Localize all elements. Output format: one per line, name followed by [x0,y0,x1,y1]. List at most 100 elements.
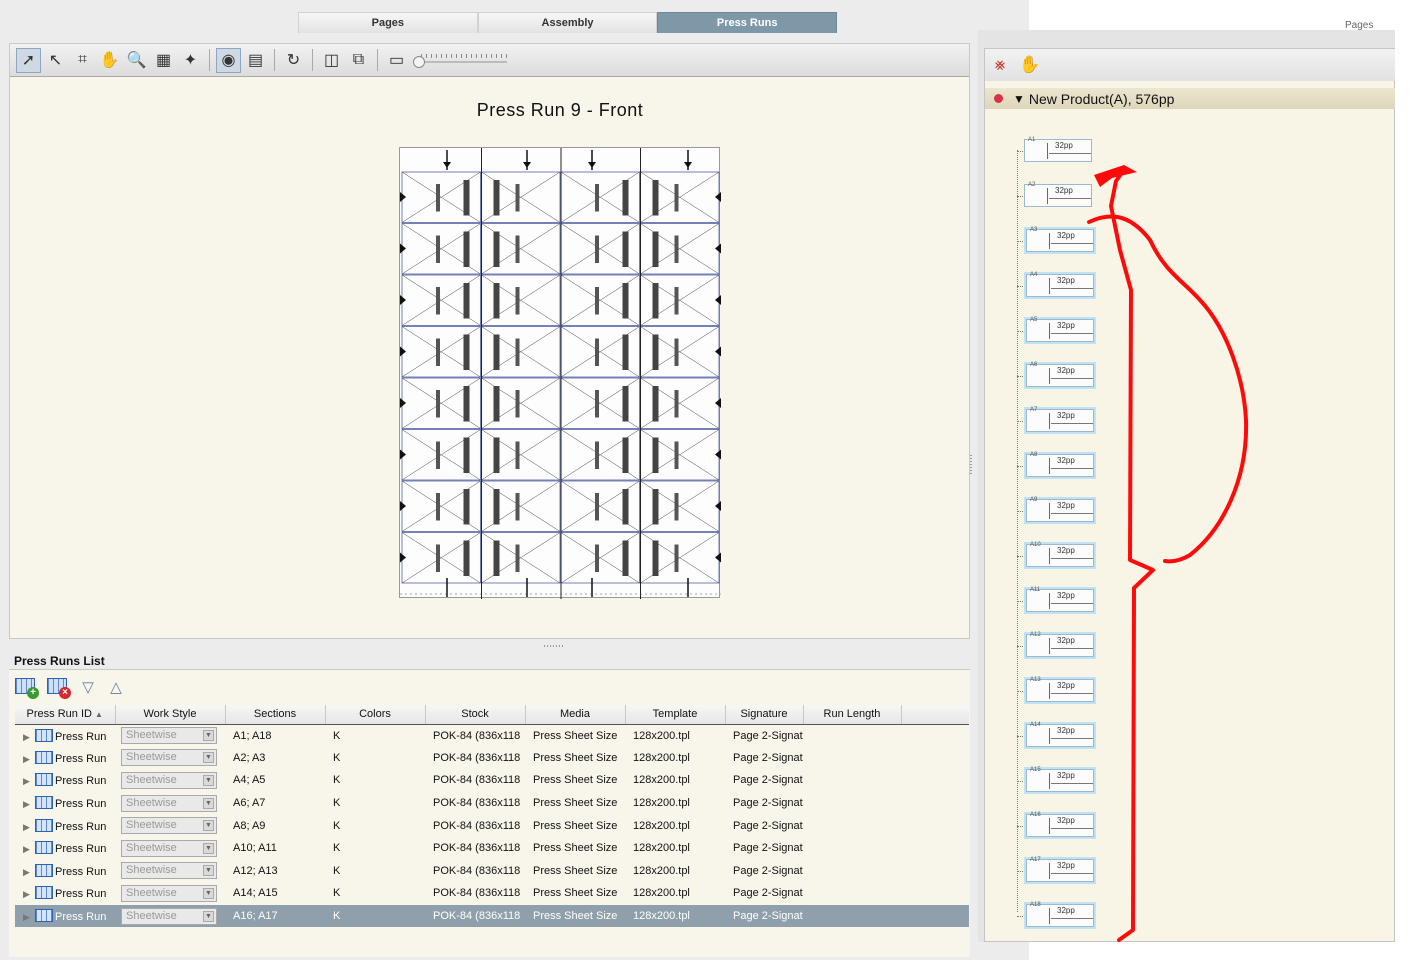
move-up-icon[interactable]: △ [105,678,127,696]
expand-row-icon[interactable]: ▶ [23,822,35,833]
collapse-all-icon[interactable]: ⨳ [988,53,1012,77]
signature-node[interactable]: A1 32pp [1024,137,1092,162]
work-style-select[interactable]: Sheetwise ▼ [121,862,217,880]
table-row[interactable]: ▶ Press Run Sheetwise ▼ A6; A7 K POK-84 (836x1… [15,792,969,815]
work-style-select[interactable]: Sheetwise ▼ [121,771,217,789]
signature-node[interactable]: A11 32pp [1026,587,1094,612]
work-style-select[interactable]: Sheetwise ▼ [121,817,217,835]
table-row[interactable]: ▶ Press Run Sheetwise ▼ A8; A9 K POK-84 (836x1… [15,814,969,837]
table-row[interactable]: ▶ Press Run Sheetwise ▼ A14; A15 K POK-84 (836… [15,882,969,905]
delete-press-run-button[interactable]: × [45,675,71,699]
column-header-sections[interactable]: Sections [225,705,326,725]
monitor-icon[interactable]: ▭ [384,48,409,73]
cell-colors: K [333,774,341,787]
expand-row-icon[interactable]: ▶ [23,912,35,923]
add-press-run-button[interactable]: + [13,675,39,699]
fold-bar [436,287,440,315]
tab-pages[interactable]: Pages [298,12,478,33]
tab-press-runs[interactable]: Press Runs [657,12,838,33]
zoom-slider[interactable] [413,52,507,68]
expand-row-icon[interactable]: ▶ [23,776,35,787]
work-style-select[interactable]: Sheetwise ▼ [121,907,217,925]
table-row[interactable]: ▶ Press Run Sheetwise ▼ A16; A17 K POK-84 (836… [15,904,969,928]
cropped-area [1029,942,1417,960]
column-header-media[interactable]: Media [525,705,626,725]
ruler-icon[interactable]: ▤ [243,48,268,73]
table-row[interactable]: ▶ Press Run Sheetwise ▼ A10; A11 K POK-84 (836… [15,837,969,860]
work-style-value: Sheetwise [126,819,177,832]
column-header-press-run-id[interactable]: Press Run ID ▲ [15,705,116,725]
column-header-work-style[interactable]: Work Style [115,705,226,725]
expand-caret-icon[interactable]: ▼ [1013,92,1025,106]
signature-node[interactable]: A9 32pp [1026,497,1094,522]
signature-node[interactable]: A16 32pp [1026,812,1094,837]
expand-row-icon[interactable]: ▶ [23,867,35,878]
preview-eye-icon[interactable]: ◉ [216,47,241,73]
vertical-splitter[interactable] [970,455,972,475]
cell-signature: Page 2-Signat [733,751,803,764]
signature-node[interactable]: A6 32pp [1026,362,1094,387]
signature-node[interactable]: A10 32pp [1026,542,1094,567]
tab-assembly[interactable]: Assembly [477,12,658,33]
expand-row-icon[interactable]: ▶ [23,754,35,765]
cell-colors: K [333,887,341,900]
crop-marks-icon[interactable]: ⌗ [70,48,95,73]
layout-grid-icon[interactable]: ▦ [151,48,176,73]
side-guide-mark [400,398,406,408]
auto-impose-icon[interactable]: ✦ [178,48,203,73]
cell-media: Press Sheet Size [533,842,618,855]
column-header-signature[interactable]: Signature [725,705,804,725]
fold-bar [674,184,679,212]
cell-media: Press Sheet Size [533,729,618,742]
side-guide-mark [715,192,721,202]
plus-icon: + [27,687,39,699]
signature-node[interactable]: A7 32pp [1026,407,1094,432]
signature-node[interactable]: A17 32pp [1026,857,1094,882]
product-tree-node[interactable]: ▼ New Product(A), 576pp [985,88,1395,109]
signature-node[interactable]: A15 32pp [1026,767,1094,792]
signature-node[interactable]: A3 32pp [1026,227,1094,252]
press-run-icon [35,728,53,742]
work-style-select[interactable]: Sheetwise ▼ [121,794,217,812]
refresh-icon[interactable]: ↻ [281,48,306,73]
column-header-run-length[interactable]: Run Length [803,705,902,725]
zoom-icon[interactable]: 🔍 [124,48,149,73]
signature-node[interactable]: A8 32pp [1026,452,1094,477]
expand-row-icon[interactable]: ▶ [23,732,35,743]
signature-node[interactable]: A18 32pp [1026,902,1094,927]
hand-icon[interactable]: ✋ [1018,53,1042,77]
hand-icon[interactable]: ✋ [97,48,122,73]
signature-node[interactable]: A5 32pp [1026,317,1094,342]
signature-node[interactable]: A13 32pp [1026,677,1094,702]
select-arrow-icon[interactable]: ➚ [16,47,41,73]
table-row[interactable]: ▶ Press Run Sheetwise ▼ A1; A18 K POK-84 (836x… [15,724,969,747]
work-style-select[interactable]: Sheetwise ▼ [121,839,217,857]
expand-row-icon[interactable]: ▶ [23,844,35,855]
table-row[interactable]: ▶ Press Run Sheetwise ▼ A12; A13 K POK-84 (836… [15,860,969,883]
signature-node[interactable]: A2 32pp [1024,182,1092,207]
signature-node[interactable]: A4 32pp [1026,272,1094,297]
cell-colors: K [333,842,341,855]
horizontal-splitter[interactable] [544,645,564,647]
signature-label: A5 [1030,317,1038,323]
table-row[interactable]: ▶ Press Run Sheetwise ▼ A4; A5 K POK-84 (836x1… [15,769,969,792]
table-row[interactable]: ▶ Press Run Sheetwise ▼ A2; A3 K POK-84 (836x1… [15,747,969,770]
group-icon[interactable]: ⧉ [346,48,371,73]
work-style-select[interactable]: Sheetwise ▼ [121,884,217,902]
signature-node[interactable]: A12 32pp [1026,632,1094,657]
column-header-template[interactable]: Template [625,705,726,725]
expand-row-icon[interactable]: ▶ [23,799,35,810]
signature-pages: 32pp [1057,726,1075,735]
signature-node[interactable]: A14 32pp [1026,722,1094,747]
column-header-stock[interactable]: Stock [425,705,526,725]
expand-row-icon[interactable]: ▶ [23,889,35,900]
press-sheet-preview[interactable] [399,147,721,599]
signature-rule [1051,378,1093,379]
split-view-icon[interactable]: ◫ [319,48,344,73]
zoom-knob[interactable] [413,56,425,68]
pointer-icon[interactable]: ↖ [43,48,68,73]
column-header-colors[interactable]: Colors [325,705,426,725]
work-style-select[interactable]: Sheetwise ▼ [121,727,217,745]
work-style-select[interactable]: Sheetwise ▼ [121,749,217,767]
move-down-icon[interactable]: ▽ [77,678,99,696]
